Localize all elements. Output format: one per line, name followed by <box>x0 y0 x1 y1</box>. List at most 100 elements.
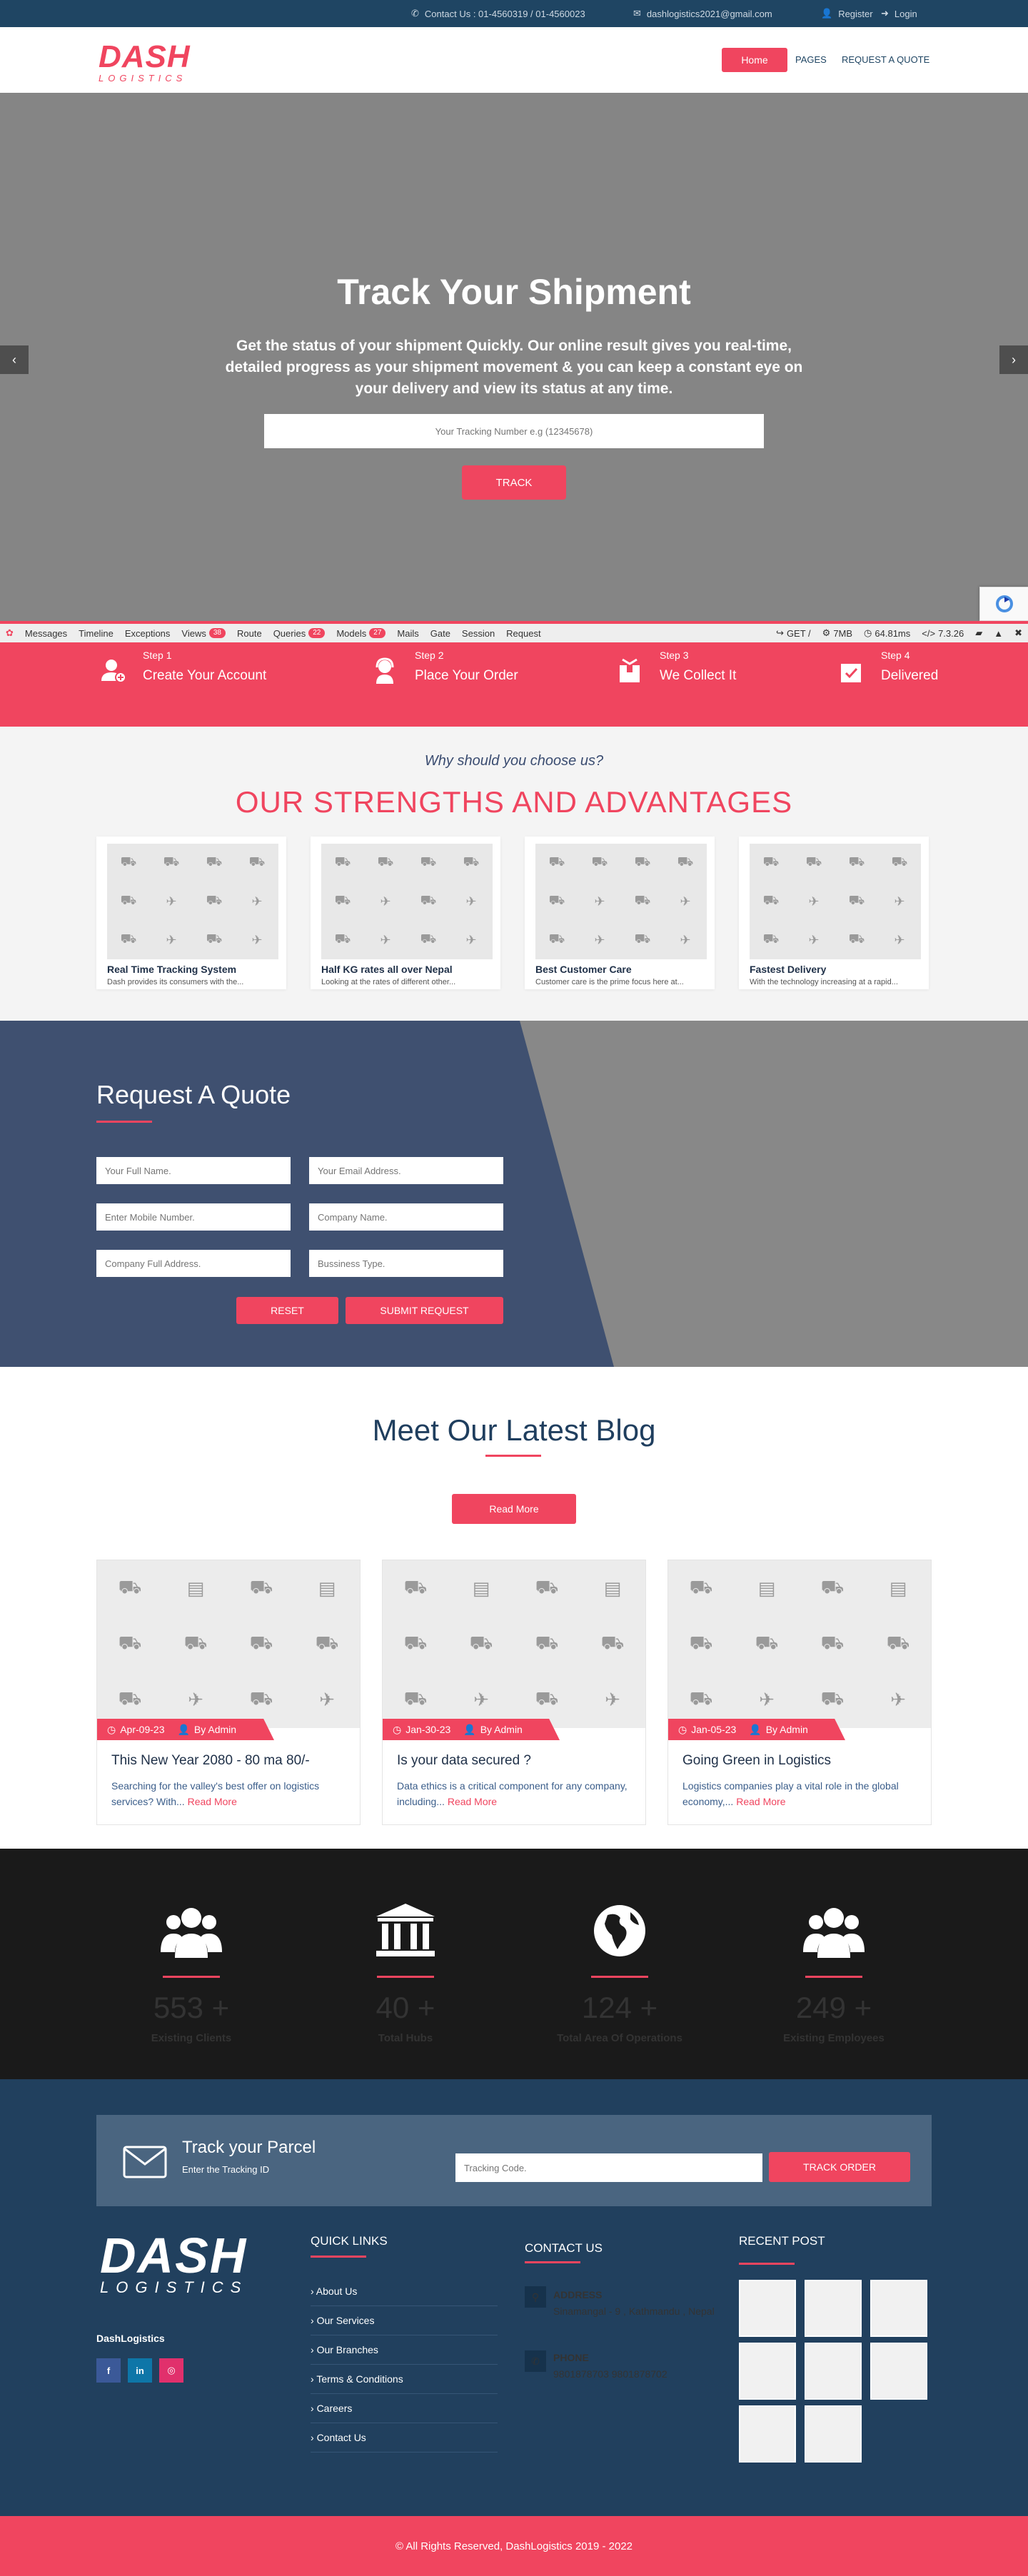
instagram-icon[interactable]: ◎ <box>159 2358 183 2383</box>
blog-card[interactable]: ⛟ ▤ ⛟ ▤ ⛟ ⛟ ⛟ ⛟ ⛟ ✈ ⛟ ✈ ◷ Jan-05-23 👤 By Admin Going G… <box>667 1560 932 1825</box>
carousel-prev-icon[interactable]: ‹ <box>0 345 29 374</box>
blog-read-more-link[interactable]: Read More <box>188 1796 237 1807</box>
recent-post-thumb[interactable] <box>739 2343 796 2400</box>
linkedin-icon[interactable]: in <box>128 2358 152 2383</box>
email-info[interactable]: ✉ dashlogistics2021@gmail.com <box>633 8 772 19</box>
parcel-subtitle: Enter the Tracking ID <box>182 2164 270 2175</box>
copyright-bar: © All Rights Reserved, DashLogistics 201… <box>0 2516 1028 2576</box>
debug-tab-messages[interactable]: Messages <box>19 628 73 639</box>
strength-card[interactable]: ⛟ ⛟ ⛟ ⛟ ⛟ ✈ ⛟ ✈ ⛟ ✈ ⛟ ✈ Real Time Tracking System D… <box>96 837 286 989</box>
blog-card[interactable]: ⛟ ▤ ⛟ ▤ ⛟ ⛟ ⛟ ⛟ ⛟ ✈ ⛟ ✈ ◷ Jan-30-23 👤 By Admin Is your… <box>382 1560 646 1825</box>
envelope-icon: ✉ <box>633 8 641 19</box>
strengths-eyebrow: Why should you choose us? <box>424 753 604 769</box>
footer-link-contact[interactable]: › Contact Us <box>311 2423 498 2453</box>
tracking-code-input[interactable] <box>455 2153 762 2182</box>
recent-post-thumb[interactable] <box>805 2280 862 2337</box>
debug-method-text: GET / <box>786 627 811 639</box>
debug-tab-queries[interactable]: Queries 22 <box>268 628 331 639</box>
stat-label: Existing Clients <box>151 2032 232 2044</box>
strength-card[interactable]: ⛟ ⛟ ⛟ ⛟ ⛟ ✈ ⛟ ✈ ⛟ ✈ ⛟ ✈ Best Customer Care Customer… <box>525 837 715 989</box>
footer-logo[interactable]: DASH LOGISTICS <box>100 2231 248 2297</box>
reset-button[interactable]: RESET <box>236 1297 338 1324</box>
recent-post-thumb[interactable] <box>739 2280 796 2337</box>
footer-link-terms[interactable]: › Terms & Conditions <box>311 2365 498 2394</box>
recent-post-thumb[interactable] <box>805 2343 862 2400</box>
quote-section <box>0 1021 1028 1367</box>
blog-post-title[interactable]: Is your data secured ? <box>397 1753 531 1769</box>
debugbar-logo-icon[interactable]: ✿ <box>0 627 19 639</box>
login-link[interactable]: ➜ Login <box>881 8 917 19</box>
debug-time-text: 64.81ms <box>875 627 911 639</box>
debug-tab-route[interactable]: Route <box>231 628 268 639</box>
user-icon: 👤 <box>821 8 833 19</box>
mobile-input[interactable] <box>96 1203 291 1231</box>
debug-tab-exceptions[interactable]: Exceptions <box>119 628 176 639</box>
user-icon: 👤 <box>177 1723 190 1735</box>
close-icon[interactable]: ✖ <box>1009 627 1028 639</box>
recaptcha-badge[interactable] <box>979 587 1028 621</box>
register-link[interactable]: 👤 Register <box>821 8 873 19</box>
blog-read-more-link[interactable]: Read More <box>736 1796 785 1807</box>
recent-post-thumb[interactable] <box>739 2405 796 2463</box>
blog-excerpt: Logistics companies play a vital role in… <box>682 1778 922 1809</box>
logistics-icons-pattern: ⛟ ▤ ⛟ ▤ ⛟ ⛟ ⛟ ⛟ ⛟ ✈ ⛟ ✈ <box>689 1575 910 1711</box>
company-name-input[interactable] <box>309 1203 503 1231</box>
nav-request-quote[interactable]: REQUEST A QUOTE <box>842 54 929 65</box>
logo[interactable]: DASH LOGISTICS <box>99 41 191 84</box>
submit-request-button[interactable]: SUBMIT REQUEST <box>346 1297 503 1324</box>
footer-link-services[interactable]: › Our Services <box>311 2306 498 2335</box>
user-plus-icon <box>101 660 126 683</box>
login-label[interactable]: Login <box>895 9 917 19</box>
footer-link-label: Our Branches <box>316 2344 378 2355</box>
contact-underline <box>525 2261 580 2263</box>
debug-tab-queries-label: Queries <box>273 627 306 639</box>
debug-tab-mails[interactable]: Mails <box>391 628 424 639</box>
carousel-next-icon[interactable]: › <box>999 345 1028 374</box>
blog-meta: ◷ Apr-09-23 👤 By Admin <box>97 1719 274 1740</box>
facebook-icon[interactable]: f <box>96 2358 121 2383</box>
blog-read-more-button[interactable]: Read More <box>452 1494 576 1524</box>
debug-tab-gate[interactable]: Gate <box>425 628 456 639</box>
footer-link-branches[interactable]: › Our Branches <box>311 2335 498 2365</box>
debug-tab-models-label: Models <box>336 627 367 639</box>
strengths-title: OUR STRENGTHS AND ADVANTAGES <box>235 785 793 819</box>
footer-link-about[interactable]: › About Us <box>311 2277 498 2306</box>
share-icon: ↪ <box>776 627 784 638</box>
register-label[interactable]: Register <box>838 9 872 19</box>
track-order-button[interactable]: TRACK ORDER <box>769 2152 910 2182</box>
business-type-input[interactable] <box>309 1250 503 1277</box>
debug-tab-timeline[interactable]: Timeline <box>73 628 119 639</box>
chevron-up-icon[interactable]: ▲ <box>988 628 1009 639</box>
recent-post-thumb[interactable] <box>870 2343 927 2400</box>
blog-post-title[interactable]: This New Year 2080 - 80 ma 80/- <box>111 1753 310 1769</box>
full-name-input[interactable] <box>96 1157 291 1184</box>
company-address-input[interactable] <box>96 1250 291 1277</box>
recent-post-thumb[interactable] <box>870 2280 927 2337</box>
nav-pages[interactable]: PAGES <box>795 54 827 65</box>
blog-read-more-link[interactable]: Read More <box>448 1796 497 1807</box>
footer-link-careers[interactable]: › Careers <box>311 2394 498 2423</box>
phone-text[interactable]: 9801878703 9801878702 <box>553 2366 725 2383</box>
strength-card[interactable]: ⛟ ⛟ ⛟ ⛟ ⛟ ✈ ⛟ ✈ ⛟ ✈ ⛟ ✈ Fastest Delivery With the t… <box>739 837 929 989</box>
blog-card[interactable]: ⛟ ▤ ⛟ ▤ ⛟ ⛟ ⛟ ⛟ ⛟ ✈ ⛟ ✈ ◷ Apr-09-23 👤 By Admin This Ne… <box>96 1560 361 1825</box>
quote-title: Request A Quote <box>96 1080 291 1109</box>
blog-author: By Admin <box>193 1724 237 1735</box>
email-input[interactable] <box>309 1157 503 1184</box>
debug-tab-request[interactable]: Request <box>500 628 546 639</box>
hero-description: Get the status of your shipment Quickly.… <box>225 338 803 397</box>
strength-card[interactable]: ⛟ ⛟ ⛟ ⛟ ⛟ ✈ ⛟ ✈ ⛟ ✈ ⛟ ✈ Half KG rates all over Nepa… <box>311 837 500 989</box>
email-text[interactable]: dashlogistics2021@gmail.com <box>647 9 772 19</box>
quick-links-title: QUICK LINKS <box>311 2234 388 2248</box>
nav-home[interactable]: Home <box>722 48 787 72</box>
step-number: Step 3 <box>660 650 689 661</box>
debug-tab-session[interactable]: Session <box>456 628 500 639</box>
phone-icon: ✆ <box>525 2350 546 2372</box>
track-button[interactable]: TRACK <box>462 465 566 500</box>
blog-post-title[interactable]: Going Green in Logistics <box>682 1753 831 1769</box>
tracking-number-input[interactable] <box>264 414 764 448</box>
recent-post-thumb[interactable] <box>805 2405 862 2463</box>
debug-tab-models[interactable]: Models 27 <box>331 628 391 639</box>
card-image: ⛟ ⛟ ⛟ ⛟ ⛟ ✈ ⛟ ✈ ⛟ ✈ ⛟ ✈ <box>750 844 921 959</box>
debug-tab-views[interactable]: Views 38 <box>176 628 231 639</box>
folder-icon[interactable]: ▰ <box>969 627 988 639</box>
